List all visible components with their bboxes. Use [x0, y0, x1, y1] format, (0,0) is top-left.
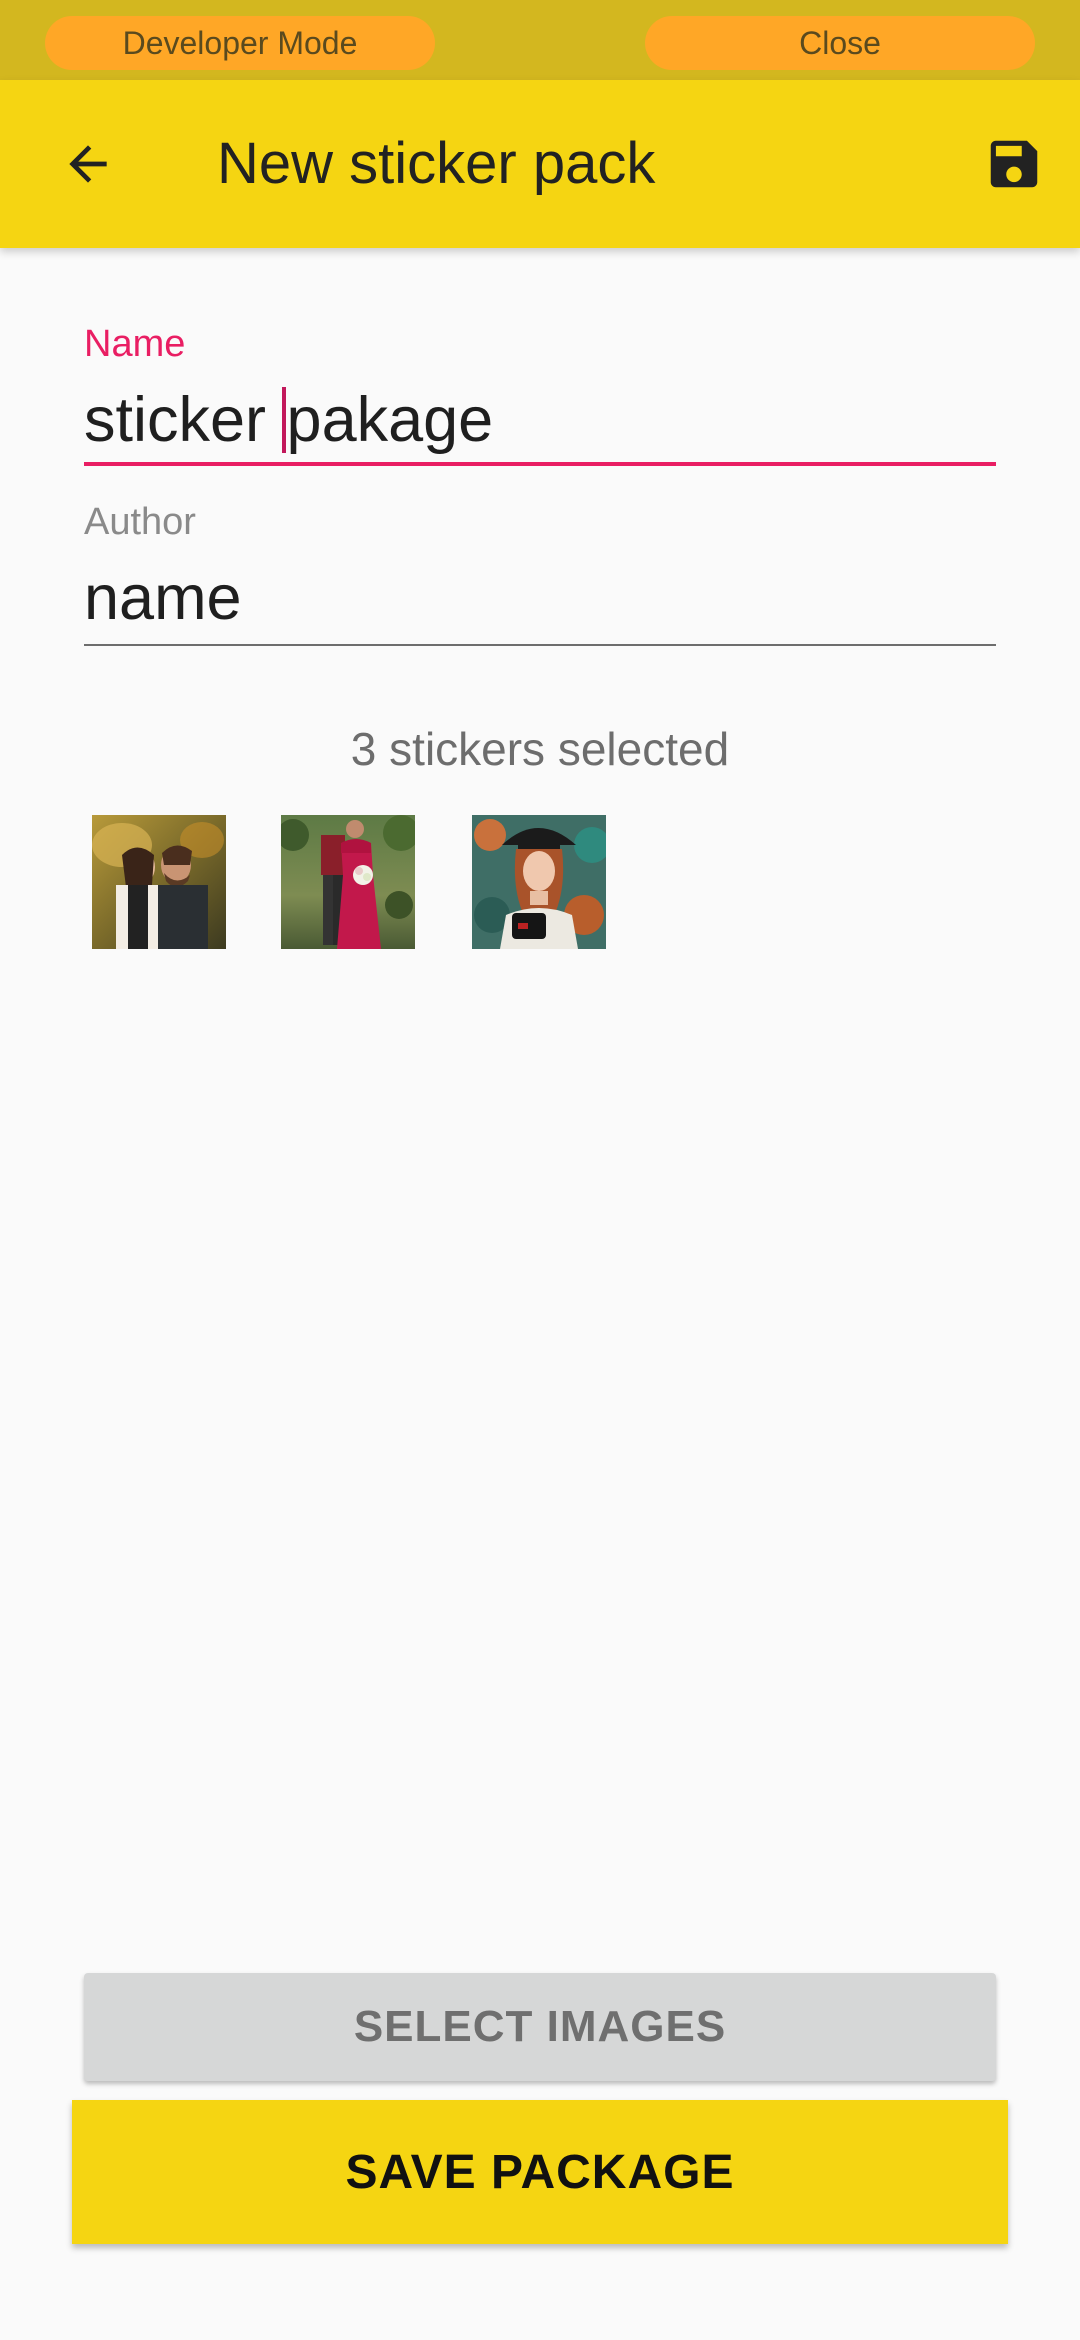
author-label: Author: [84, 501, 196, 543]
text-caret: [281, 387, 286, 453]
arrow-back-icon: [69, 145, 107, 183]
close-button[interactable]: Close: [645, 16, 1035, 70]
back-button[interactable]: [48, 124, 128, 204]
page-title: New sticker pack: [217, 131, 656, 196]
couple-garden-photo: [281, 815, 415, 949]
name-text-before-caret: sticker: [84, 385, 284, 455]
name-underline: [84, 462, 996, 466]
developer-bar: Developer Mode Close: [0, 0, 1080, 80]
select-images-button[interactable]: SELECT IMAGES: [84, 1973, 996, 2081]
name-field[interactable]: Name sticker pakage: [84, 322, 996, 466]
sticker-thumbnail-1[interactable]: [92, 815, 226, 949]
author-underline: [84, 644, 996, 646]
name-text-after-caret: pakage: [286, 385, 494, 455]
save-toolbar-button[interactable]: [978, 128, 1050, 200]
save-package-button[interactable]: SAVE PACKAGE: [72, 2100, 1008, 2244]
app-bar: New sticker pack: [0, 80, 1080, 248]
sticker-thumbnail-2[interactable]: [281, 815, 415, 949]
stickers-selected-count: 3 stickers selected: [350, 723, 730, 775]
sticker-thumbnail-3[interactable]: [472, 815, 606, 949]
name-label: Name: [84, 323, 186, 365]
woman-hat-photo: [472, 815, 606, 949]
author-field[interactable]: Author name: [84, 500, 996, 646]
name-input[interactable]: sticker pakage: [84, 384, 996, 456]
developer-mode-button[interactable]: Developer Mode: [45, 16, 435, 70]
author-input[interactable]: name: [84, 562, 996, 634]
couple-kiss-photo: [92, 815, 226, 949]
floppy-disk-icon: [990, 140, 1038, 188]
